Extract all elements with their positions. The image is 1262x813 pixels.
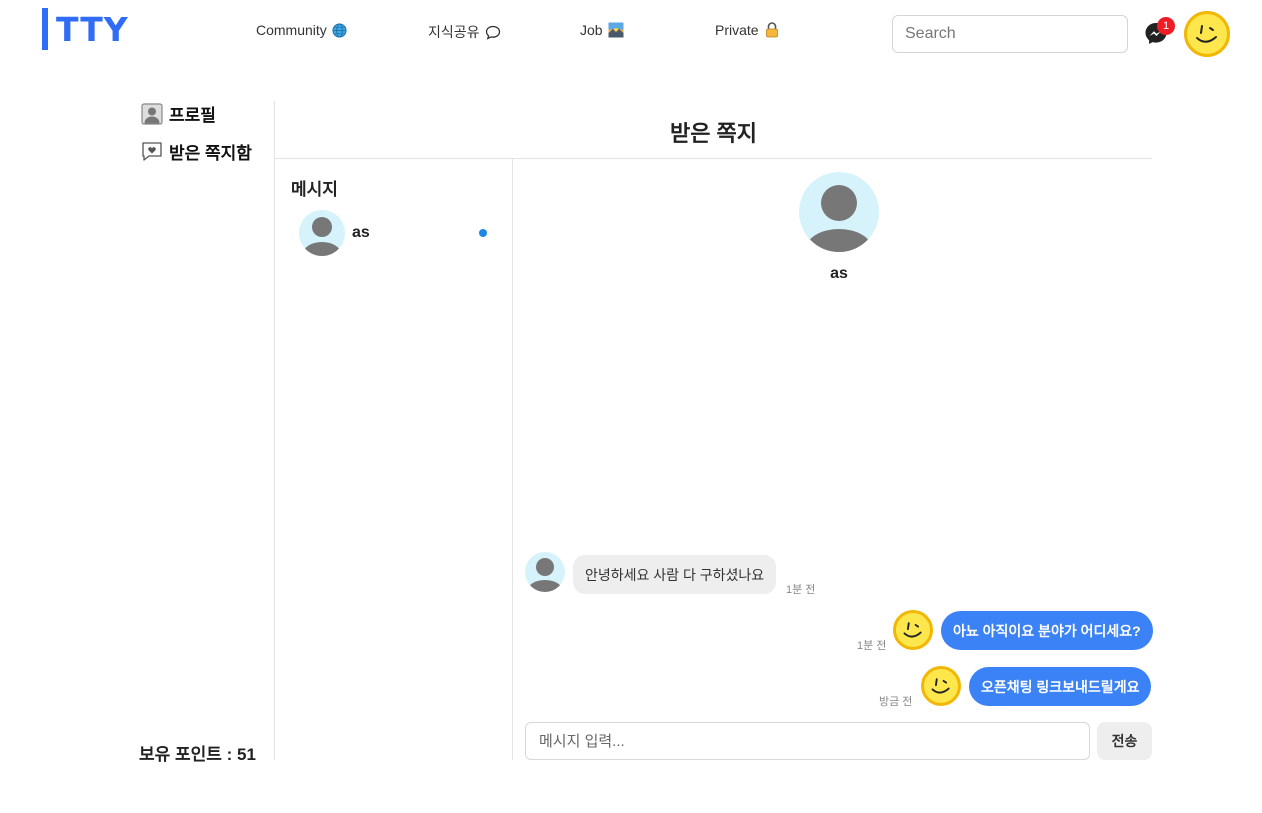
nav-community-label: Community — [256, 22, 327, 38]
conversation-name: as — [352, 224, 370, 241]
outgoing-message-bubble: 오픈채팅 링크보내드릴게요 — [969, 667, 1152, 706]
message-time: 1분 전 — [857, 640, 887, 652]
my-message-avatar — [893, 610, 933, 650]
list-divider — [512, 159, 513, 760]
conversation-avatar — [299, 210, 345, 256]
globe-icon — [332, 22, 348, 38]
chat-partner-name: as — [830, 265, 848, 282]
nav-job-label: Job — [580, 22, 603, 38]
message-list-title: 메시지 — [291, 180, 338, 199]
my-message-avatar — [921, 666, 961, 706]
message-time: 방금 전 — [879, 696, 913, 708]
outgoing-message-bubble: 아뇨 아직이요 분야가 어디세요? — [941, 611, 1153, 650]
sidebar-item-profile[interactable]: 프로필 — [141, 101, 216, 126]
nav-knowledge-label: 지식공유 — [428, 24, 480, 40]
nav-job[interactable]: Job — [580, 22, 624, 38]
logo-bar — [42, 8, 48, 50]
smiley-face-icon — [931, 678, 950, 694]
message-time: 1분 전 — [786, 584, 816, 596]
nav-private-label: Private — [715, 22, 759, 38]
message-count-badge: 1 — [1157, 17, 1175, 35]
default-user-icon — [303, 217, 341, 256]
speech-bubble-icon — [485, 24, 501, 40]
page-title: 받은 쪽지 — [669, 121, 758, 146]
send-button[interactable]: 전송 — [1097, 722, 1152, 760]
user-avatar[interactable] — [1184, 11, 1230, 57]
message-input[interactable] — [525, 722, 1090, 760]
nav-community[interactable]: Community — [256, 22, 348, 38]
sidebar-item-inbox[interactable]: 받은 쪽지함 — [141, 139, 252, 164]
logo-text: TTY — [56, 9, 129, 49]
search-input[interactable] — [892, 15, 1128, 53]
logo[interactable]: TTY — [42, 8, 129, 50]
heart-message-icon — [142, 141, 162, 161]
nav-private[interactable]: Private — [715, 22, 780, 38]
default-user-icon — [806, 185, 872, 252]
points-balance: 보유 포인트 : 51 — [139, 745, 256, 764]
lock-icon — [764, 22, 780, 38]
top-header: TTY Community 지식공유 Job Private 1 — [0, 0, 1262, 66]
title-divider — [275, 158, 1152, 159]
conversation-item[interactable]: as — [299, 210, 495, 256]
smiley-face-icon — [1196, 25, 1217, 43]
sidebar-item-profile-label: 프로필 — [169, 106, 216, 125]
chat-partner-avatar — [799, 172, 879, 252]
incoming-message-bubble: 안녕하세요 사람 다 구하셨나요 — [573, 555, 777, 594]
unread-dot — [479, 229, 487, 237]
sunrise-icon — [608, 22, 624, 38]
sidebar-item-inbox-label: 받은 쪽지함 — [169, 144, 252, 163]
default-user-icon — [528, 558, 562, 592]
profile-icon — [141, 102, 163, 125]
nav-knowledge[interactable]: 지식공유 — [428, 22, 501, 42]
smiley-face-icon — [903, 622, 922, 638]
sidebar-divider — [274, 101, 275, 760]
incoming-message-avatar — [525, 552, 565, 592]
